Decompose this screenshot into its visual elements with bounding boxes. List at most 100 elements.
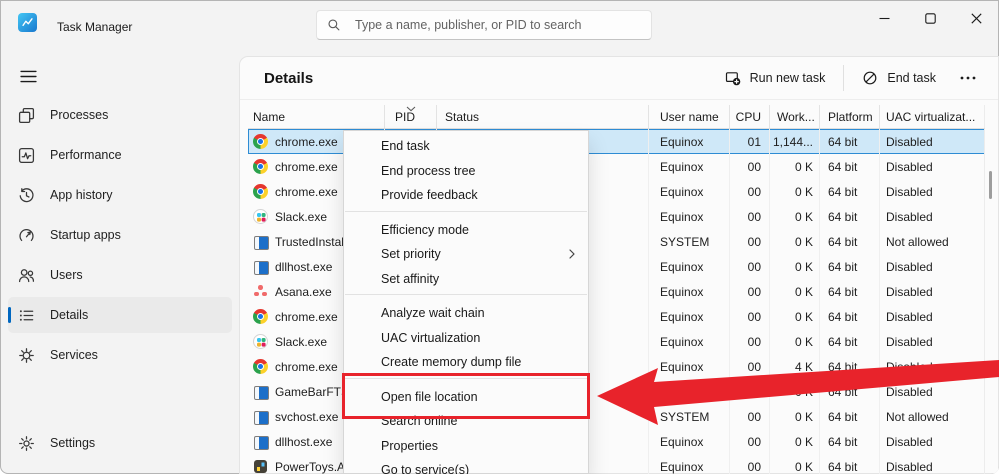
navigation-menu-icon[interactable] [14,62,42,90]
sidebar-item-settings[interactable]: Settings [8,425,232,461]
sidebar-item-label: Processes [50,108,108,122]
process-name: dllhost.exe [275,260,332,274]
cell-platform: 64 bit [820,179,880,204]
cell-platform: 64 bit [820,229,880,254]
cell-username: Equinox [649,254,730,279]
context-menu-item[interactable]: Search online [344,409,588,434]
cell-uac-virtualization: Not allowed [880,404,985,429]
chrome-icon [253,159,268,174]
cell-username: Equinox [649,154,730,179]
cell-working-set: 0 K [770,204,820,229]
slack-icon [253,209,268,224]
vertical-scrollbar-thumb[interactable] [989,171,992,199]
context-menu-item[interactable]: Open file location [344,385,588,410]
cell-uac-virtualization: Disabled [880,204,985,229]
sidebar-item-services[interactable]: Services [8,337,232,373]
context-menu-item[interactable]: Set priority [344,242,588,267]
winapp-icon [253,234,268,249]
context-menu-item[interactable]: Go to service(s) [344,458,588,474]
column-header-pid[interactable]: PID [385,105,437,128]
end-task-icon [862,70,878,86]
process-name: svchost.exe [275,410,338,424]
slack-icon [253,334,268,349]
sidebar-item-details[interactable]: Details [8,297,232,333]
sidebar-item-label: Startup apps [50,228,121,242]
cell-cpu: 00 [730,229,770,254]
cell-working-set: 0 K [770,404,820,429]
cell-username: Equinox [649,204,730,229]
cell-platform: 64 bit [820,154,880,179]
cell-cpu: 00 [730,154,770,179]
more-options-button[interactable] [948,62,988,94]
process-name: chrome.exe [275,135,338,149]
cell-cpu: 00 [730,429,770,454]
cell-uac-virtualization: Disabled [880,154,985,179]
cell-uac-virtualization: Disabled [880,379,985,404]
context-menu-item[interactable] [344,294,588,301]
sidebar-item-app-history[interactable]: App history [8,177,232,213]
sidebar-item-performance[interactable]: Performance [8,137,232,173]
cell-working-set: 0 K [770,279,820,304]
context-menu-item[interactable]: Provide feedback [344,183,588,208]
cell-uac-virtualization: Not allowed [880,229,985,254]
process-name: chrome.exe [275,160,338,174]
winapp-icon [253,259,268,274]
chrome-icon [253,359,268,374]
sidebar-item-users[interactable]: Users [8,257,232,293]
context-menu-item[interactable] [344,378,588,385]
sidebar-item-processes[interactable]: Processes [8,97,232,133]
more-icon [960,76,976,80]
cell-cpu: 00 [730,379,770,404]
run-new-task-icon [725,70,741,86]
end-task-label: End task [887,71,936,85]
users-icon [18,267,35,284]
sidebar-item-label: Performance [50,148,122,162]
column-header-status[interactable]: Status [437,105,649,128]
maximize-button[interactable] [907,0,953,36]
sidebar-nav: Processes Performance [8,97,232,377]
context-menu-item[interactable]: UAC virtualization [344,326,588,351]
context-menu-item[interactable]: End process tree [344,159,588,184]
context-menu-item[interactable]: End task [344,134,588,159]
search-input[interactable] [353,17,641,33]
cell-working-set: 0 K [770,329,820,354]
search-box[interactable] [316,10,652,40]
cell-platform: 64 bit [820,379,880,404]
cell-working-set: 0 K [770,179,820,204]
run-new-task-button[interactable]: Run new task [713,62,838,94]
cell-username: Equinox [649,279,730,304]
context-menu-item[interactable]: Efficiency mode [344,218,588,243]
cell-uac-virtualization: Disabled [880,354,985,379]
column-header-work[interactable]: Work... [770,105,820,128]
toolbar-divider [843,65,844,91]
context-menu-item[interactable]: Create memory dump file [344,350,588,375]
minimize-button[interactable] [861,0,907,36]
context-menu-item[interactable]: Set affinity [344,267,588,292]
column-header-username[interactable]: User name [649,105,730,128]
context-menu-item[interactable]: Properties [344,434,588,459]
column-header-uac[interactable]: UAC virtualizat... [880,105,985,128]
chrome-icon [253,184,268,199]
sidebar-item-startup-apps[interactable]: Startup apps [8,217,232,253]
end-task-button[interactable]: End task [850,62,948,94]
page-title: Details [264,70,313,87]
search-icon [327,18,341,32]
asana-icon [253,284,268,299]
cell-working-set: 0 K [770,454,820,474]
cell-platform: 64 bit [820,279,880,304]
column-header-platform[interactable]: Platform [820,105,880,128]
cell-uac-virtualization: Disabled [880,329,985,354]
column-header-name[interactable]: Name [248,105,385,128]
sidebar-item-label: Settings [50,436,95,450]
winapp-icon [253,434,268,449]
cell-uac-virtualization: Disabled [880,454,985,474]
window-controls [861,0,999,36]
process-name: Slack.exe [275,210,327,224]
cell-platform: 64 bit [820,254,880,279]
context-menu-item[interactable]: Analyze wait chain [344,301,588,326]
toolbar: Run new task End task [713,62,988,94]
column-header-cpu[interactable]: CPU [730,105,770,128]
close-button[interactable] [953,0,999,36]
context-menu-item[interactable] [344,211,588,218]
cell-cpu: 00 [730,354,770,379]
